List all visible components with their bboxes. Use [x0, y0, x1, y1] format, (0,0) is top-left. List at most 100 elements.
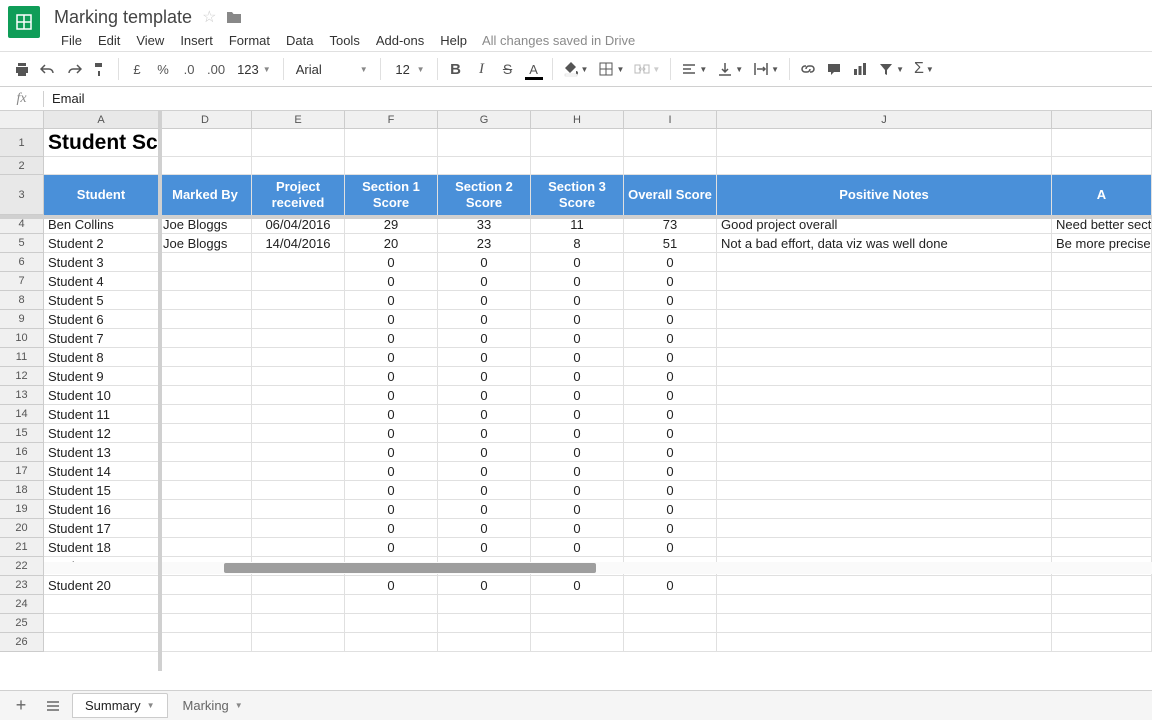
- vertical-align-button[interactable]: ▼: [713, 56, 747, 82]
- cell[interactable]: A: [1052, 175, 1152, 215]
- cell[interactable]: [159, 576, 252, 595]
- cell[interactable]: [1052, 348, 1152, 367]
- cell[interactable]: [159, 614, 252, 633]
- sheet-tab[interactable]: Summary▼: [72, 693, 168, 718]
- cell[interactable]: 0: [345, 424, 438, 443]
- cell[interactable]: 0: [531, 443, 624, 462]
- cell[interactable]: [717, 500, 1052, 519]
- cell[interactable]: Be more precise w: [1052, 234, 1152, 253]
- cell[interactable]: [252, 443, 345, 462]
- cell[interactable]: [159, 595, 252, 614]
- freeze-vertical-handle[interactable]: [158, 111, 162, 671]
- cell[interactable]: 0: [345, 538, 438, 557]
- cell[interactable]: 0: [624, 367, 717, 386]
- cell[interactable]: [159, 443, 252, 462]
- cell[interactable]: [252, 310, 345, 329]
- menu-view[interactable]: View: [129, 30, 171, 51]
- cell[interactable]: [1052, 310, 1152, 329]
- cell[interactable]: Student 10: [44, 386, 159, 405]
- cell[interactable]: 0: [624, 424, 717, 443]
- cell[interactable]: [1052, 481, 1152, 500]
- cell[interactable]: [252, 157, 345, 175]
- undo-button[interactable]: [36, 56, 60, 82]
- cell[interactable]: [252, 272, 345, 291]
- cell[interactable]: Overall Score: [624, 175, 717, 215]
- cell[interactable]: [252, 481, 345, 500]
- row-header[interactable]: 17: [0, 462, 43, 481]
- cell[interactable]: [1052, 538, 1152, 557]
- row-header[interactable]: 13: [0, 386, 43, 405]
- cell[interactable]: 51: [624, 234, 717, 253]
- cell[interactable]: [345, 633, 438, 652]
- cell[interactable]: Student 8: [44, 348, 159, 367]
- cell[interactable]: 0: [531, 272, 624, 291]
- cell[interactable]: [159, 348, 252, 367]
- print-button[interactable]: [10, 56, 34, 82]
- cell[interactable]: 0: [531, 329, 624, 348]
- row-header[interactable]: 19: [0, 500, 43, 519]
- cell[interactable]: [1052, 386, 1152, 405]
- cell[interactable]: 0: [345, 348, 438, 367]
- row-header[interactable]: 12: [0, 367, 43, 386]
- cell[interactable]: 0: [438, 310, 531, 329]
- insert-comment-button[interactable]: [822, 56, 846, 82]
- cell[interactable]: [252, 129, 345, 157]
- column-header[interactable]: H: [531, 111, 624, 128]
- add-sheet-button[interactable]: +: [8, 694, 34, 718]
- merge-cells-button[interactable]: ▼: [630, 56, 664, 82]
- cell[interactable]: 0: [531, 519, 624, 538]
- cell[interactable]: 20: [345, 234, 438, 253]
- cell[interactable]: [159, 519, 252, 538]
- row-header[interactable]: 23: [0, 576, 43, 595]
- cell[interactable]: [1052, 405, 1152, 424]
- row-header[interactable]: 16: [0, 443, 43, 462]
- cell[interactable]: [159, 633, 252, 652]
- redo-button[interactable]: [62, 56, 86, 82]
- insert-link-button[interactable]: [796, 56, 820, 82]
- cell[interactable]: [252, 348, 345, 367]
- borders-button[interactable]: ▼: [594, 56, 628, 82]
- cell[interactable]: 0: [531, 500, 624, 519]
- cell[interactable]: [1052, 462, 1152, 481]
- cell[interactable]: 8: [531, 234, 624, 253]
- cell[interactable]: 0: [531, 253, 624, 272]
- cell[interactable]: Student 5: [44, 291, 159, 310]
- cell[interactable]: 0: [624, 272, 717, 291]
- number-format-select[interactable]: 123▼: [231, 62, 277, 77]
- cell[interactable]: [44, 633, 159, 652]
- cell[interactable]: [159, 500, 252, 519]
- cell[interactable]: Student Sc: [44, 129, 159, 157]
- text-wrap-button[interactable]: ▼: [749, 56, 783, 82]
- cell[interactable]: Student 15: [44, 481, 159, 500]
- cell[interactable]: [252, 614, 345, 633]
- cell[interactable]: [159, 129, 252, 157]
- cell[interactable]: 0: [624, 538, 717, 557]
- cell[interactable]: 0: [438, 481, 531, 500]
- cell[interactable]: [717, 633, 1052, 652]
- row-header[interactable]: 26: [0, 633, 43, 652]
- sheet-tab[interactable]: Marking▼: [170, 693, 256, 718]
- cell[interactable]: 0: [624, 291, 717, 310]
- cell[interactable]: Positive Notes: [717, 175, 1052, 215]
- row-header[interactable]: 24: [0, 595, 43, 614]
- cell[interactable]: [717, 129, 1052, 157]
- cell[interactable]: [531, 595, 624, 614]
- cell[interactable]: [252, 633, 345, 652]
- font-size-select[interactable]: 12▼: [387, 62, 431, 77]
- cell[interactable]: 0: [624, 253, 717, 272]
- menu-add-ons[interactable]: Add-ons: [369, 30, 431, 51]
- cell[interactable]: 0: [345, 481, 438, 500]
- sheets-logo[interactable]: [8, 6, 40, 38]
- cell[interactable]: 0: [438, 519, 531, 538]
- select-all-corner[interactable]: [0, 111, 44, 129]
- cell[interactable]: 0: [438, 386, 531, 405]
- cell[interactable]: [252, 405, 345, 424]
- cell[interactable]: [717, 405, 1052, 424]
- cell[interactable]: 0: [531, 481, 624, 500]
- cell[interactable]: [1052, 253, 1152, 272]
- filter-button[interactable]: ▼: [874, 56, 908, 82]
- cell[interactable]: [717, 595, 1052, 614]
- cell[interactable]: 0: [531, 310, 624, 329]
- cell[interactable]: [438, 595, 531, 614]
- cell[interactable]: 0: [345, 462, 438, 481]
